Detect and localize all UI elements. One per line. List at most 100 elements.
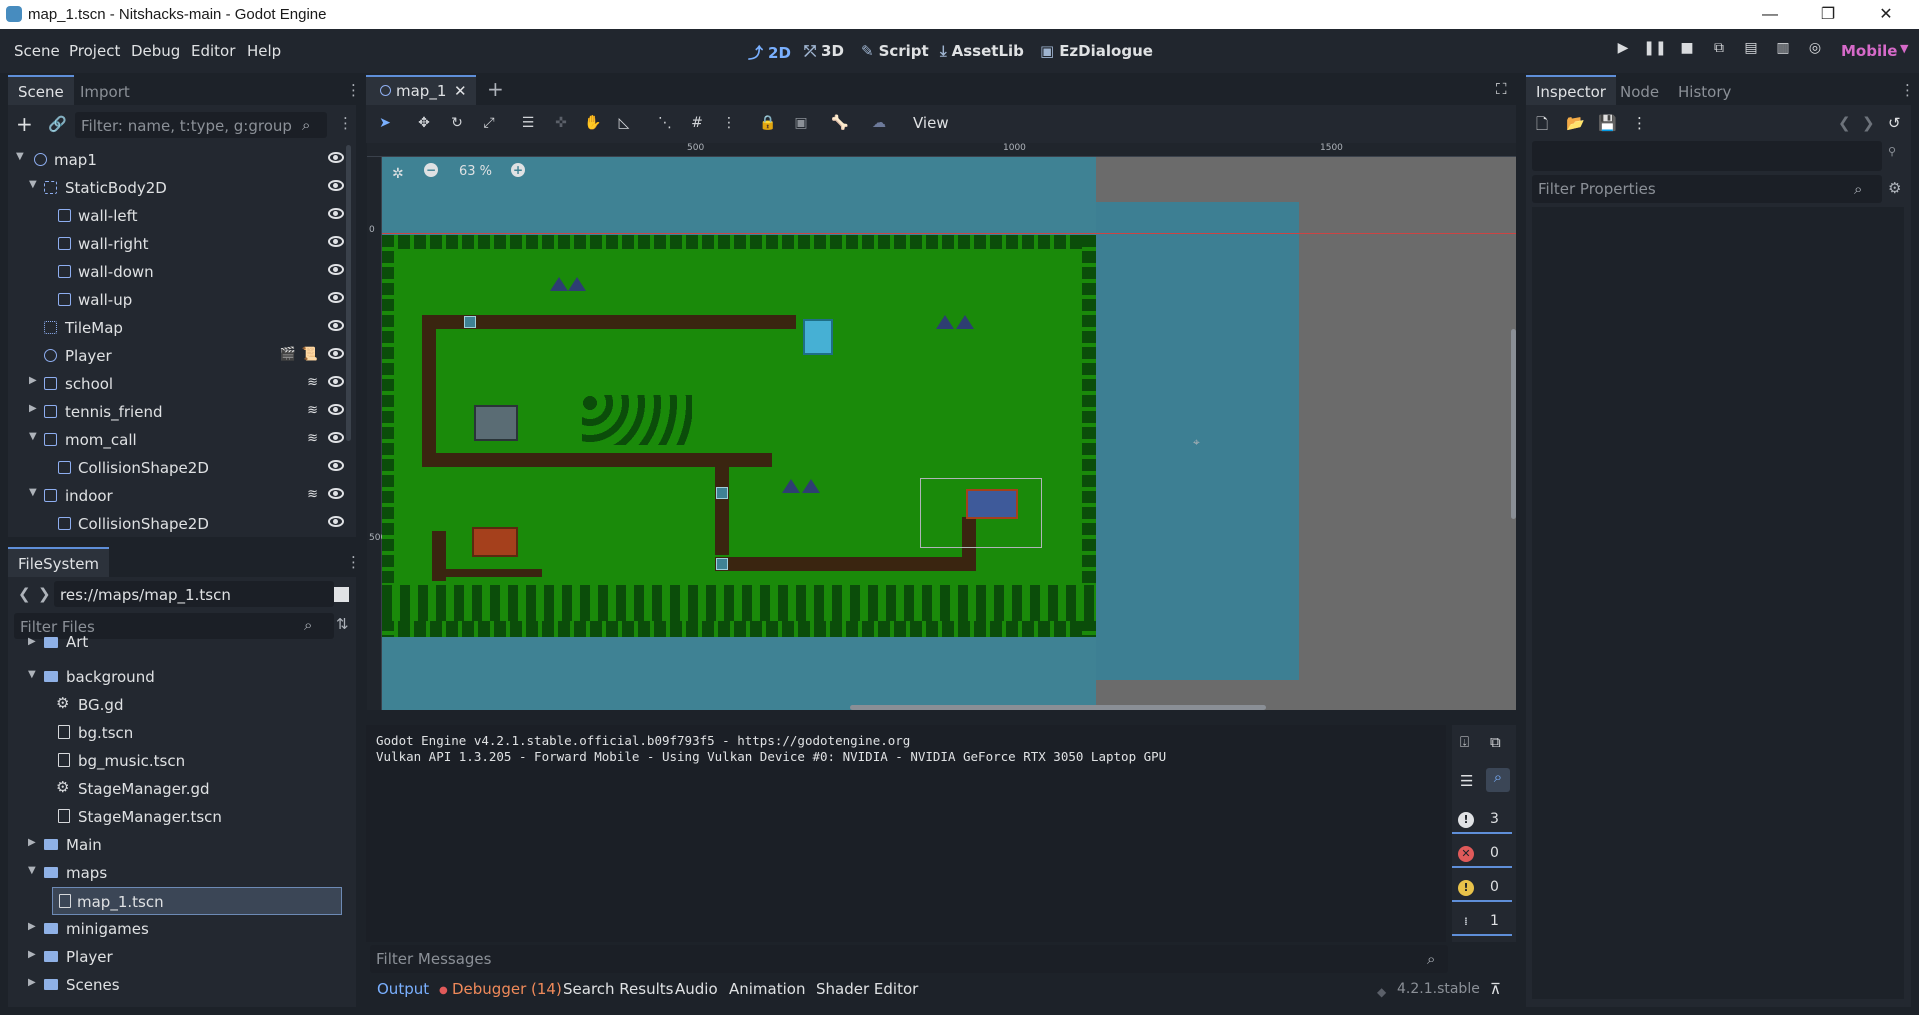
tab-scene[interactable]: Scene xyxy=(8,75,74,105)
maximize-button[interactable]: ❐ xyxy=(1799,0,1857,29)
visibility-eye-icon[interactable] xyxy=(328,236,344,247)
expand-panel-icon[interactable]: ⊼ xyxy=(1490,980,1501,998)
tree-node-indoor[interactable]: ▼ indoor ≋ xyxy=(8,482,354,510)
fs-file-bg-tscn[interactable]: bg.tscn xyxy=(14,719,346,747)
fs-folder-scenes[interactable]: ▶ Scenes xyxy=(14,971,346,999)
renderer-select[interactable]: Mobile xyxy=(1841,42,1897,60)
play-icon[interactable]: ▶ xyxy=(1611,40,1635,62)
recent-history-icon[interactable]: ↺ xyxy=(1888,114,1901,132)
play-custom-scene-icon[interactable]: ▥ xyxy=(1771,40,1795,62)
tab-search-results[interactable]: Search Results xyxy=(563,980,673,998)
docs-icon[interactable]: ⚲ xyxy=(1888,145,1896,158)
more-options-icon[interactable]: ⋮ xyxy=(1632,114,1647,132)
visibility-eye-icon[interactable] xyxy=(328,376,344,387)
filesystem-path-input[interactable]: res://maps/map_1.tscn xyxy=(54,581,334,607)
scene-tree-scrollbar[interactable] xyxy=(346,145,351,441)
pan-tool-icon[interactable]: ✋ xyxy=(582,112,604,134)
rotate-tool-icon[interactable]: ↻ xyxy=(446,112,468,134)
list-select-icon[interactable]: ☰ xyxy=(517,112,539,134)
tab-debugger[interactable]: Debugger (14) xyxy=(452,980,562,998)
distraction-free-icon[interactable]: ⛶ xyxy=(1496,80,1507,98)
open-resource-icon[interactable]: 📂 xyxy=(1566,114,1585,132)
search-toggle-icon[interactable]: ⌕ xyxy=(1486,768,1510,792)
fs-folder-maps[interactable]: ▼ maps xyxy=(14,859,346,887)
tree-node-map1[interactable]: ▼ map1 xyxy=(8,146,354,174)
visibility-eye-icon[interactable] xyxy=(328,460,344,471)
fs-file-map-1-tscn[interactable]: map_1.tscn xyxy=(52,887,342,915)
fs-file-bg-music-tscn[interactable]: bg_music.tscn xyxy=(14,747,346,775)
errors-filter-toggle[interactable]: ✕ 0 xyxy=(1452,840,1512,868)
fs-folder-art[interactable]: ▶ Art xyxy=(14,636,346,656)
workspace-ezdialogue-button[interactable]: ▣ EzDialogue xyxy=(1040,42,1153,60)
visibility-eye-icon[interactable] xyxy=(328,208,344,219)
tab-filesystem[interactable]: FileSystem xyxy=(8,547,110,577)
viewport-v-scrollbar[interactable] xyxy=(1511,329,1516,519)
view-menu[interactable]: View xyxy=(913,114,949,132)
tab-shader-editor[interactable]: Shader Editor xyxy=(816,980,918,998)
back-icon[interactable]: ❮ xyxy=(18,585,31,603)
visibility-eye-icon[interactable] xyxy=(328,348,344,359)
script-attached-icon[interactable]: 📜 xyxy=(302,347,318,362)
tree-node-player[interactable]: Player 🎬 📜 xyxy=(8,342,354,370)
dock-menu-icon[interactable]: ⋮ xyxy=(1900,81,1915,99)
split-view-icon[interactable] xyxy=(334,587,349,602)
close-window-button[interactable]: ✕ xyxy=(1857,0,1915,29)
tree-node-staticbody2d[interactable]: ▼ StaticBody2D xyxy=(8,174,354,202)
tree-node-collisionshape2d[interactable]: CollisionShape2D xyxy=(8,454,354,482)
select-tool-icon[interactable]: ➤ xyxy=(374,112,396,134)
bone-icon[interactable]: 🦴 xyxy=(829,112,851,134)
tab-audio[interactable]: Audio xyxy=(675,980,718,998)
signal-icon[interactable]: ≋ xyxy=(307,403,318,418)
fs-folder-minigames[interactable]: ▶ minigames xyxy=(14,915,346,943)
save-resource-icon[interactable]: 💾 xyxy=(1598,114,1617,132)
messages-filter-toggle[interactable]: ! 3 xyxy=(1452,806,1512,834)
copy-icon[interactable]: ⧉ xyxy=(1490,733,1501,751)
movie-maker-icon[interactable]: ◎ xyxy=(1803,40,1827,62)
zoom-out-icon[interactable]: − xyxy=(424,163,438,177)
visibility-eye-icon[interactable] xyxy=(328,264,344,275)
smart-snap-icon[interactable]: ⋱ xyxy=(654,112,676,134)
play-scene-icon[interactable]: ▤ xyxy=(1739,40,1763,62)
ruler-tool-icon[interactable]: ◺ xyxy=(613,112,635,134)
clear-output-icon[interactable]: ⍗ xyxy=(1460,733,1469,751)
visibility-eye-icon[interactable] xyxy=(328,292,344,303)
camera-override-icon[interactable]: ☁ xyxy=(868,112,890,134)
signal-icon[interactable]: ≋ xyxy=(307,487,318,502)
tab-map-1[interactable]: map_1 ✕ xyxy=(366,75,476,105)
tree-node-tennis-friend[interactable]: ▶ tennis_friend ≋ xyxy=(8,398,354,426)
fs-file-stagemanager-gd[interactable]: ⚙ StageManager.gd xyxy=(14,775,346,803)
other-filter-toggle[interactable]: ⁞ 1 xyxy=(1452,908,1512,936)
history-forward-icon[interactable]: ❯ xyxy=(1862,114,1875,132)
add-node-icon[interactable]: + xyxy=(16,112,33,136)
workspace-script-button[interactable]: ✎ Script xyxy=(861,42,929,60)
close-tab-icon[interactable]: ✕ xyxy=(454,82,467,100)
visibility-eye-icon[interactable] xyxy=(328,432,344,443)
stop-icon[interactable]: ■ xyxy=(1675,40,1699,62)
remote-debug-icon[interactable]: ⧉ xyxy=(1707,40,1731,62)
tree-node-wall-up[interactable]: wall-up xyxy=(8,286,354,314)
add-tab-icon[interactable]: + xyxy=(487,77,504,101)
menu-editor[interactable]: Editor xyxy=(191,42,235,60)
tree-node-school[interactable]: ▶ school ≋ xyxy=(8,370,354,398)
fs-folder-background[interactable]: ▼ background xyxy=(14,663,346,691)
workspace-assetlib-button[interactable]: ⤓ AssetLib xyxy=(940,42,1024,60)
sort-icon[interactable]: ⇅ xyxy=(336,615,349,633)
zoom-level[interactable]: 63 % xyxy=(459,164,492,179)
lock-icon[interactable]: 🔒 xyxy=(757,112,779,134)
filter-icon[interactable]: ☰ xyxy=(1460,772,1473,790)
inspector-filter-input[interactable]: Filter Properties xyxy=(1532,175,1882,203)
output-filter-input[interactable]: Filter Messages xyxy=(370,945,1448,973)
forward-icon[interactable]: ❯ xyxy=(38,585,51,603)
fs-file-stagemanager-tscn[interactable]: StageManager.tscn xyxy=(14,803,346,831)
menu-help[interactable]: Help xyxy=(247,42,281,60)
tree-node-tilemap[interactable]: TileMap xyxy=(8,314,354,342)
link-icon[interactable]: 🔗 xyxy=(48,115,67,133)
property-options-icon[interactable]: ⚙ xyxy=(1888,179,1901,197)
dock-menu-icon[interactable]: ⋮ xyxy=(346,81,361,99)
visibility-eye-icon[interactable] xyxy=(328,180,344,191)
tree-node-mom-call[interactable]: ▼ mom_call ≋ xyxy=(8,426,354,454)
visibility-eye-icon[interactable] xyxy=(328,516,344,527)
workspace-2d-button[interactable]: ⤴ 2D xyxy=(748,42,791,63)
open-scene-icon[interactable]: 🎬 xyxy=(280,347,296,362)
object-selector[interactable] xyxy=(1532,141,1882,171)
